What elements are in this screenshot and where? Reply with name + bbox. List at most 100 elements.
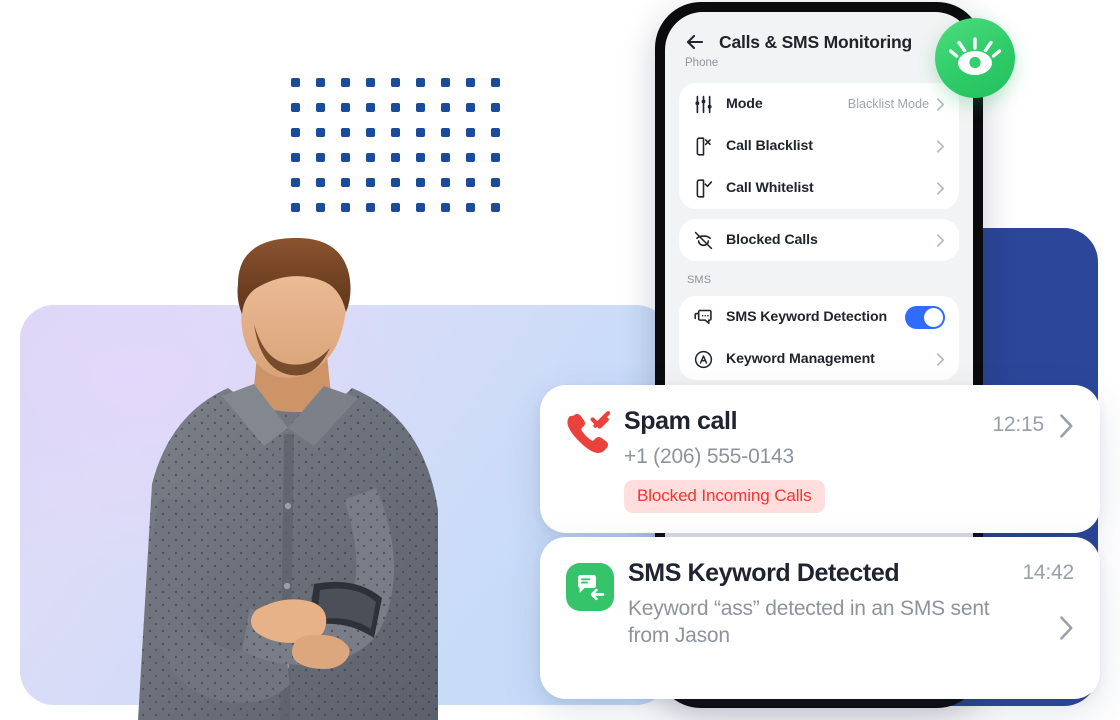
notification-meta: 14:42 (1022, 537, 1100, 641)
grid-dot (491, 153, 500, 162)
grid-dot (391, 203, 400, 212)
notification-title: SMS Keyword Detected (628, 559, 900, 587)
keyword-circle-icon (693, 349, 714, 370)
phone-check-icon (693, 178, 714, 199)
grid-dot (391, 153, 400, 162)
grid-dot (391, 128, 400, 137)
settings-row-call-whitelist[interactable]: Call Whitelist (679, 167, 959, 209)
grid-dot (466, 203, 475, 212)
grid-dot (441, 153, 450, 162)
decorative-dot-grid (291, 78, 500, 212)
grid-dot (291, 203, 300, 212)
settings-row-keyword-management[interactable]: Keyword Management (679, 338, 959, 380)
page-root: Calls & SMS Monitoring Phone Mode Blackl… (0, 0, 1120, 720)
grid-dot (341, 103, 350, 112)
grid-dot (341, 78, 350, 87)
settings-row-label: Mode (726, 96, 763, 112)
sms-icon-tile (566, 563, 614, 611)
settings-group-calls: Mode Blacklist Mode Call Blacklist Call … (679, 83, 959, 209)
grid-dot (491, 103, 500, 112)
settings-row-mode[interactable]: Mode Blacklist Mode (679, 83, 959, 125)
person-with-phone-photo (108, 238, 468, 720)
notification-meta: 12:15 (992, 385, 1100, 439)
grid-dot (416, 153, 425, 162)
settings-group-blocked: Blocked Calls (679, 219, 959, 261)
settings-row-value: Blacklist Mode (847, 97, 929, 111)
settings-row-label: Call Whitelist (726, 180, 814, 196)
grid-dot (466, 178, 475, 187)
grid-dot (441, 78, 450, 87)
settings-row-label: Blocked Calls (726, 232, 818, 248)
settings-row-blocked-calls[interactable]: Blocked Calls (679, 219, 959, 261)
grid-dot (441, 103, 450, 112)
grid-dot (366, 178, 375, 187)
grid-dot (316, 153, 325, 162)
chevron-right-icon[interactable] (1058, 413, 1074, 439)
grid-dot (391, 178, 400, 187)
grid-dot (416, 128, 425, 137)
page-title: Calls & SMS Monitoring (719, 31, 912, 52)
grid-dot (341, 178, 350, 187)
grid-dot (291, 78, 300, 87)
grid-dot (391, 103, 400, 112)
sliders-icon (693, 94, 714, 115)
phone-slash-icon (693, 230, 714, 251)
grid-dot (316, 178, 325, 187)
grid-dot (441, 203, 450, 212)
grid-dot (416, 178, 425, 187)
grid-dot (316, 128, 325, 137)
grid-dot (366, 103, 375, 112)
notification-subtitle: +1 (206) 555-0143 (624, 444, 794, 468)
notification-title: Spam call (624, 407, 738, 435)
grid-dot (416, 78, 425, 87)
grid-dot (341, 128, 350, 137)
settings-row-label: Call Blacklist (726, 138, 813, 154)
grid-dot (466, 78, 475, 87)
chevron-right-icon (936, 181, 945, 196)
settings-row-label: Keyword Management (726, 351, 875, 367)
page-subtitle: Phone (685, 57, 719, 69)
grid-dot (291, 153, 300, 162)
notification-body: Spam call +1 (206) 555-0143 Blocked Inco… (610, 385, 992, 514)
grid-dot (441, 178, 450, 187)
sms-keyword-detection-toggle[interactable] (905, 305, 945, 329)
chevron-right-icon (936, 352, 945, 367)
grid-dot (341, 203, 350, 212)
notification-subtitle: Keyword “ass” detected in an SMS sent fr… (628, 596, 990, 648)
notification-body: SMS Keyword Detected Keyword “ass” detec… (614, 537, 1022, 649)
grid-dot (316, 103, 325, 112)
grid-dot (341, 153, 350, 162)
grid-dot (416, 203, 425, 212)
chevron-right-icon[interactable] (1058, 615, 1074, 641)
notification-time: 14:42 (1022, 561, 1074, 584)
grid-dot (391, 78, 400, 87)
chevron-right-icon (936, 233, 945, 248)
chevron-right-icon (936, 97, 945, 112)
phone-app-header: Calls & SMS Monitoring Phone (665, 12, 973, 73)
grid-dot (491, 128, 500, 137)
grid-dot (366, 153, 375, 162)
notification-card-spam-call[interactable]: Spam call +1 (206) 555-0143 Blocked Inco… (540, 385, 1100, 533)
grid-dot (291, 103, 300, 112)
grid-dot (416, 103, 425, 112)
grid-dot (491, 203, 500, 212)
chevron-right-icon (936, 139, 945, 154)
grid-dot (366, 203, 375, 212)
settings-row-sms-keyword-detection[interactable]: SMS Keyword Detection (679, 296, 959, 338)
grid-dot (291, 128, 300, 137)
notification-card-sms-keyword[interactable]: SMS Keyword Detected Keyword “ass” detec… (540, 537, 1100, 699)
incoming-call-blocked-icon (566, 411, 611, 458)
status-badge: Blocked Incoming Calls (624, 480, 825, 514)
grid-dot (491, 178, 500, 187)
grid-dot (466, 128, 475, 137)
settings-row-call-blacklist[interactable]: Call Blacklist (679, 125, 959, 167)
arrow-left-icon[interactable] (683, 30, 707, 54)
eye-logo (935, 18, 1015, 98)
phone-block-icon (693, 136, 714, 157)
sms-bubble-icon (693, 307, 714, 328)
settings-row-label: SMS Keyword Detection (726, 309, 888, 325)
grid-dot (466, 103, 475, 112)
grid-dot (491, 78, 500, 87)
notification-time: 12:15 (992, 413, 1044, 436)
grid-dot (291, 178, 300, 187)
